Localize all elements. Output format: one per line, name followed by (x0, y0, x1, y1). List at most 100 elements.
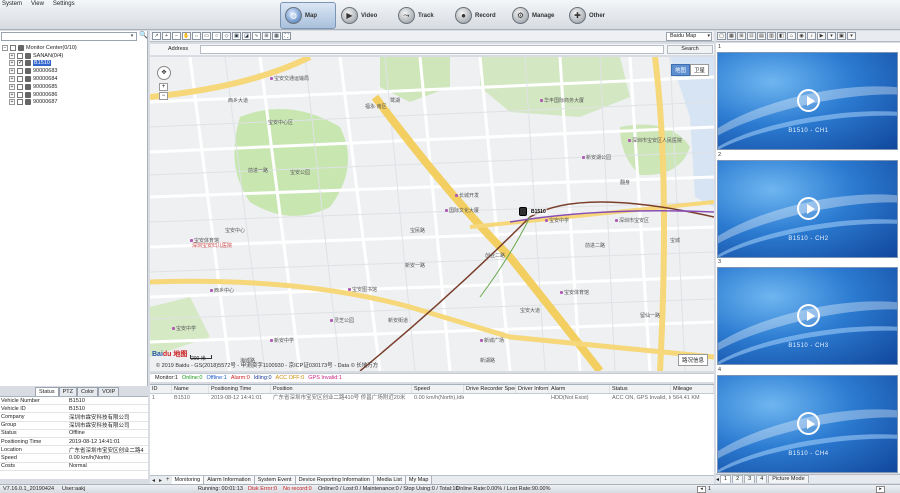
expand-icon[interactable]: + (9, 52, 15, 59)
tree-node[interactable]: + ✓ B1510 (2, 60, 77, 68)
map-provider-select[interactable]: Baidu Map ▾ (666, 32, 712, 41)
video-slot[interactable]: 3 B1510 - CH3 (716, 258, 900, 366)
tree-checkbox[interactable] (17, 68, 23, 75)
mode-other-button[interactable]: ✚ Other (565, 2, 621, 29)
expand-icon[interactable]: + (9, 83, 15, 90)
map-tool-button[interactable]: ▭ (202, 32, 211, 40)
tree-node[interactable]: + SANAN(0/4) (2, 52, 77, 60)
mode-map-button[interactable]: ◍ Map (280, 2, 336, 29)
map-view[interactable]: 西乡大道 宝安交通运输局 宝安中心区 宝安公园 福永·南区 鹭湖 华丰国际商务大厦 深圳市宝安… (150, 57, 714, 371)
road-info-button[interactable]: 路况信息 (677, 354, 708, 366)
map-tool-button[interactable]: − (172, 32, 181, 40)
video-tool-button[interactable]: ▢ (717, 32, 726, 40)
tab-ptz[interactable]: PTZ (58, 387, 77, 396)
play-icon[interactable] (797, 196, 820, 220)
video-tool-button[interactable]: ◧ (777, 32, 786, 40)
tab-scroll-right-icon[interactable]: ▸ (157, 477, 164, 484)
map-tool-button[interactable]: ✋ (182, 32, 191, 40)
video-slot[interactable]: 4 B1510 - CH4 (716, 366, 900, 474)
column-header[interactable]: Alarm (549, 385, 610, 393)
tree-node[interactable]: +90000686 (2, 91, 77, 99)
play-icon[interactable] (797, 411, 820, 435)
map-tool-button[interactable]: ↗ (152, 32, 161, 40)
map-tool-button[interactable]: ⇔ (192, 32, 201, 40)
video-screen[interactable]: B1510 - CH4 (717, 374, 898, 473)
tab-scroll-left-icon[interactable]: ◂ (150, 477, 157, 484)
column-header[interactable]: Speed (412, 385, 464, 393)
video-page-tab[interactable]: 2 (732, 475, 744, 483)
tree-checkbox[interactable] (17, 52, 23, 59)
video-page-tab[interactable]: 4 (756, 475, 768, 483)
video-screen[interactable]: B1510 - CH2 (717, 159, 898, 258)
map-tool-button[interactable]: ◇ (222, 32, 231, 40)
menu-view[interactable]: View (31, 1, 44, 7)
column-header[interactable]: Positioning Time (209, 385, 271, 393)
column-header[interactable]: Status (610, 385, 671, 393)
tab-scroll-left-icon[interactable]: ◂ (716, 476, 719, 483)
zoom-in-button[interactable]: + (159, 83, 168, 91)
map-tool-button[interactable]: ∿ (252, 32, 261, 40)
video-slot[interactable]: 2 B1510 - CH2 (716, 151, 900, 259)
video-page-tab[interactable]: 3 (744, 475, 756, 483)
play-icon[interactable] (797, 304, 820, 327)
map-type-satellite-button[interactable]: 卫星 (689, 64, 709, 76)
map-tool-button[interactable]: ▣ (232, 32, 241, 40)
vehicle-marker[interactable] (519, 207, 527, 216)
table-row[interactable]: 1 B1510 2019-08-12 14:41:01 广东省深圳市宝安区创业二路41… (150, 394, 714, 402)
video-tool-button[interactable]: ▤ (757, 32, 766, 40)
tree-checkbox[interactable] (17, 91, 23, 98)
expand-icon[interactable]: − (2, 44, 8, 51)
mode-manage-button[interactable]: ⚙ Manage (508, 2, 564, 29)
map-tool-button[interactable]: + (162, 32, 171, 40)
tree-node[interactable]: +90000685 (2, 83, 77, 91)
video-tool-button[interactable]: ♪ (807, 32, 816, 40)
tree-node[interactable]: +90000687 (2, 99, 77, 107)
map-tool-button[interactable]: ◪ (242, 32, 251, 40)
play-icon[interactable] (797, 89, 820, 112)
expand-icon[interactable]: + (9, 91, 15, 98)
search-icon[interactable]: 🔍 (139, 32, 148, 41)
map-tool-button[interactable]: ○ (212, 32, 221, 40)
column-header[interactable]: ID (150, 385, 172, 393)
page-next-icon[interactable]: ▸ (876, 486, 885, 493)
column-header[interactable]: Position (271, 385, 412, 393)
video-tool-button[interactable]: ⌂ (787, 32, 796, 40)
map-tool-button[interactable]: ⊞ (262, 32, 271, 40)
video-tool-button[interactable]: ▣ (837, 32, 846, 40)
map-type-map-button[interactable]: 地图 (670, 64, 690, 76)
address-input[interactable] (200, 45, 664, 54)
expand-icon[interactable]: + (9, 99, 15, 106)
tree-checkbox[interactable]: ✓ (17, 60, 23, 67)
expand-icon[interactable]: + (9, 68, 15, 75)
tree-checkbox[interactable] (17, 76, 23, 83)
video-page-tab[interactable]: Picture Mode (768, 475, 809, 483)
column-header[interactable]: Drive Recorder Speed (464, 385, 516, 393)
address-search-button[interactable]: Search (667, 45, 713, 54)
mode-video-button[interactable]: ▶ Video (337, 2, 393, 29)
video-screen[interactable]: B1510 - CH1 (717, 52, 898, 150)
tree-checkbox[interactable] (10, 44, 16, 51)
mode-track-button[interactable]: ⤳ Track (394, 2, 450, 29)
video-page-tab[interactable]: 1 (720, 475, 732, 483)
column-header[interactable]: Driver Information (516, 385, 549, 393)
mode-record-button[interactable]: ● Record (451, 2, 507, 29)
tab-voip[interactable]: VOIP (98, 387, 120, 396)
menu-system[interactable]: System (2, 1, 22, 7)
tree-node[interactable]: +90000683 (2, 67, 77, 75)
video-tool-button[interactable]: ◉ (797, 32, 806, 40)
tree-checkbox[interactable] (17, 83, 23, 90)
map-tool-button[interactable]: ⛶ (282, 32, 291, 40)
video-tool-button[interactable]: ▾ (827, 32, 836, 40)
tree-node[interactable]: − Monitor Center(0/10) (2, 44, 77, 52)
video-screen[interactable]: B1510 - CH3 (717, 267, 898, 365)
tab-color[interactable]: Color (76, 387, 99, 396)
video-tool-button[interactable]: ▶ (817, 32, 826, 40)
tree-node[interactable]: +90000684 (2, 75, 77, 83)
column-header[interactable]: Name (172, 385, 209, 393)
video-tool-button[interactable]: ▾ (847, 32, 856, 40)
tree-checkbox[interactable] (17, 99, 23, 106)
page-prev-icon[interactable]: ◂ (697, 486, 706, 493)
expand-icon[interactable]: + (9, 76, 15, 83)
tab-add-icon[interactable]: + (164, 477, 172, 483)
tab-status[interactable]: Status (35, 387, 59, 396)
